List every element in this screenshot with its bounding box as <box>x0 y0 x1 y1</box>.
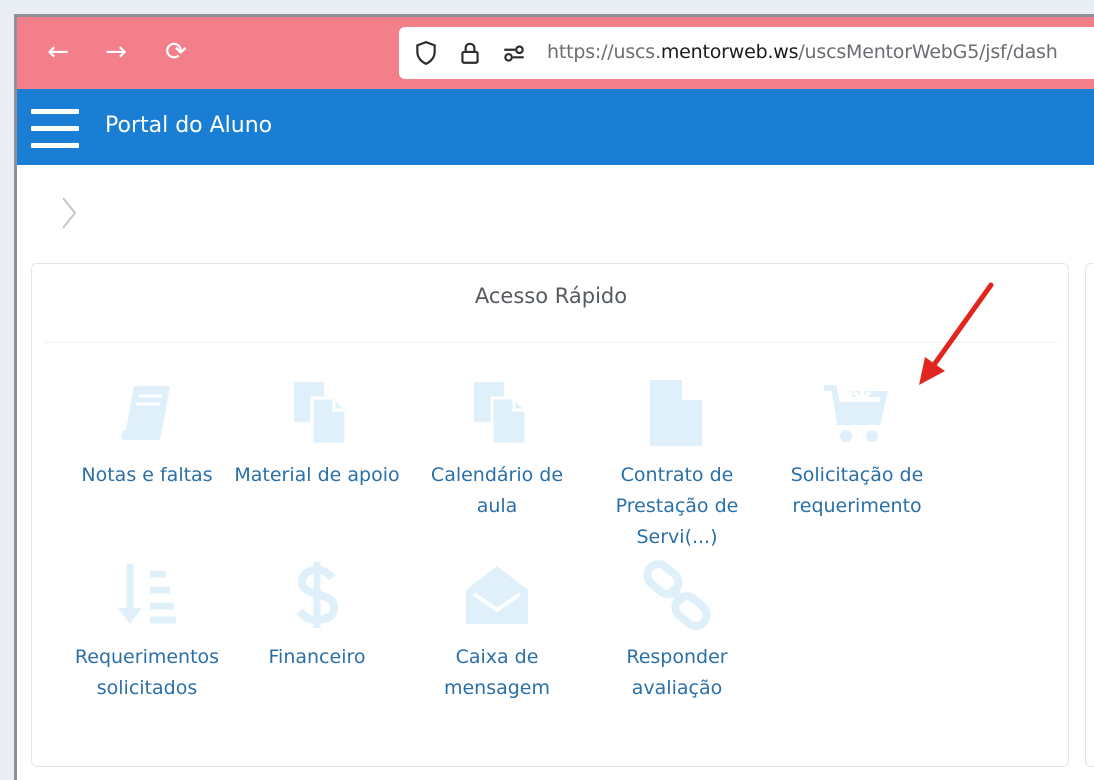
browser-toolbar: ← → ⟳ https://uscs.mentorweb.ws/uscsMent… <box>17 17 1094 89</box>
site-permissions-icon[interactable] <box>501 40 527 66</box>
url-host: mentorweb.ws <box>660 41 799 63</box>
quick-access-caixa-de-mensagem[interactable]: Caixa de mensagem <box>412 560 582 704</box>
panel-divider <box>44 342 1058 343</box>
url-text[interactable]: https://uscs.mentorweb.ws/uscsMentorWebG… <box>547 41 1058 63</box>
red-arrow-annotation <box>919 282 994 385</box>
quick-access-label: Requerimentos solicitados <box>74 646 220 699</box>
cart-download-icon <box>824 382 888 442</box>
hamburger-menu-icon[interactable] <box>31 109 79 149</box>
app-title: Portal do Aluno <box>105 113 273 138</box>
quick-access-label: Responder avaliação <box>626 646 728 699</box>
shield-icon[interactable] <box>413 40 439 66</box>
lock-icon[interactable] <box>457 40 483 66</box>
file-icon <box>650 380 702 446</box>
documents-icon <box>474 382 528 446</box>
book-icon <box>121 386 170 440</box>
dollar-icon <box>296 562 339 628</box>
breadcrumb-chevron-icon[interactable] <box>59 195 79 231</box>
quick-access-label: Notas e faltas <box>81 464 213 486</box>
documents-icon <box>294 382 348 446</box>
quick-access-label: Caixa de mensagem <box>443 646 551 699</box>
address-bar[interactable]: https://uscs.mentorweb.ws/uscsMentorWebG… <box>399 27 1094 79</box>
quick-access-calendario-de-aula[interactable]: Calendário de aula <box>412 378 582 522</box>
app-header: Portal do Aluno <box>17 89 1094 165</box>
quick-access-responder-avaliacao[interactable]: Responder avaliação <box>592 560 762 704</box>
quick-access-material-de-apoio[interactable]: Material de apoio <box>232 378 402 491</box>
link-icon <box>643 560 711 630</box>
quick-access-requerimentos-solicitados[interactable]: Requerimentos solicitados <box>62 560 232 704</box>
side-panel-edge <box>1085 263 1094 767</box>
url-path: /uscsMentorWebG5/jsf/dash <box>798 41 1058 63</box>
reload-icon[interactable]: ⟳ <box>161 37 191 67</box>
quick-access-label: Contrato de Prestação de Servi(...) <box>615 464 739 548</box>
quick-access-label: Calendário de aula <box>430 464 564 517</box>
quick-access-label: Financeiro <box>268 646 366 668</box>
sort-list-icon <box>118 564 176 624</box>
back-arrow-icon[interactable]: ← <box>43 37 73 67</box>
quick-access-contrato[interactable]: Contrato de Prestação de Servi(...) <box>592 378 762 553</box>
quick-access-financeiro[interactable]: Financeiro <box>232 560 402 673</box>
quick-access-label: Solicitação de requerimento <box>790 464 924 517</box>
browser-window: ← → ⟳ https://uscs.mentorweb.ws/uscsMent… <box>14 14 1094 780</box>
quick-access-notas-e-faltas[interactable]: Notas e faltas <box>62 378 232 491</box>
quick-access-solicitacao-de-requerimento[interactable]: Solicitação de requerimento <box>772 378 942 522</box>
url-prefix: https://uscs. <box>547 41 661 63</box>
quick-access-label: Material de apoio <box>234 464 400 486</box>
forward-arrow-icon[interactable]: → <box>101 37 131 67</box>
envelope-open-icon <box>466 566 528 624</box>
